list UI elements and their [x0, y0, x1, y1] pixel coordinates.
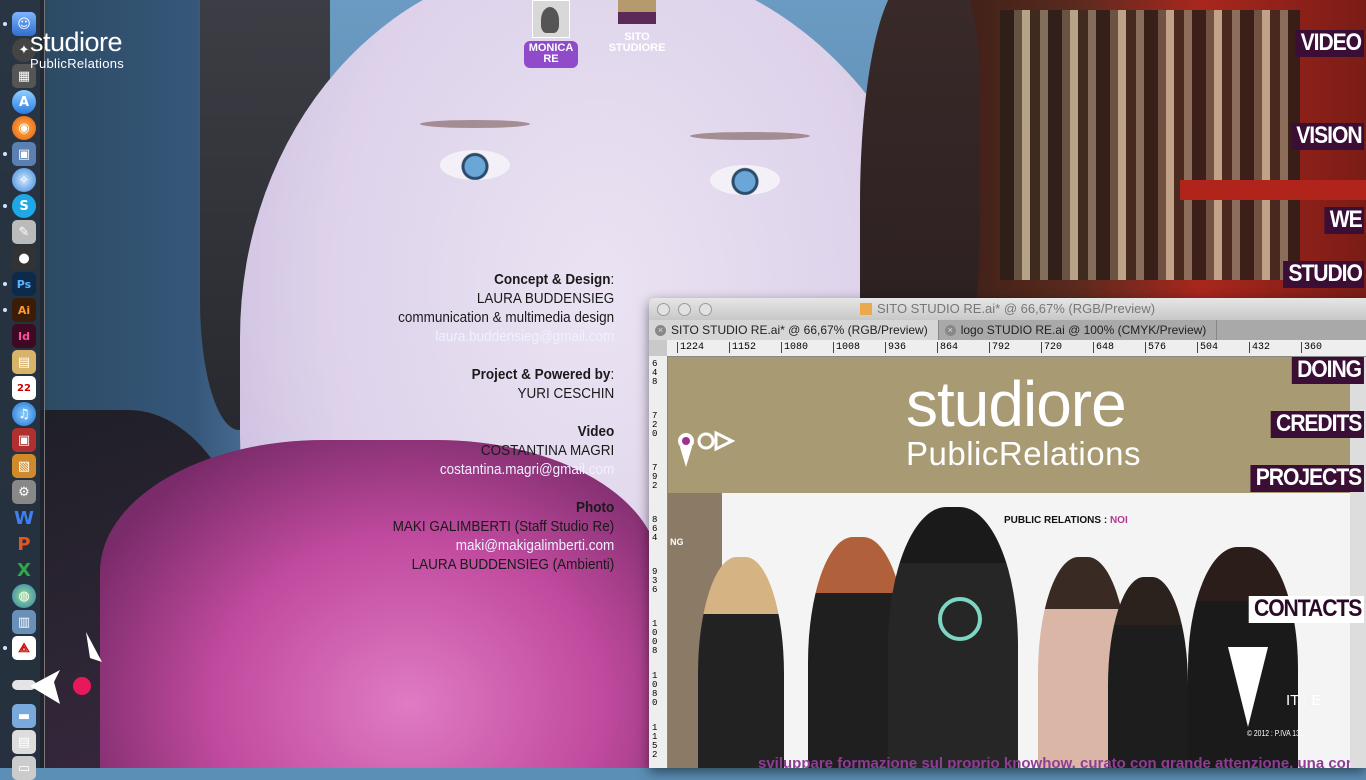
navigation-widget[interactable] [30, 632, 102, 704]
language-switch[interactable]: IT : E [1286, 692, 1322, 709]
artwork-pr-label: PUBLIC RELATIONS : NOI [1004, 515, 1128, 526]
project-heading: Project & Powered by [471, 366, 611, 383]
site-logo[interactable]: studiore PublicRelations [30, 28, 124, 71]
photo-name-2: LAURA BUDDENSIEG (Ambienti) [411, 556, 614, 573]
system-preferences-icon[interactable]: ⚙ [12, 480, 36, 504]
document-tabs: × SITO STUDIO RE.ai* @ 66,67% (RGB/Previ… [649, 320, 1366, 340]
preview-icon[interactable]: ▣ [12, 142, 36, 166]
artwork-arrow-mark [676, 429, 736, 474]
skype-icon[interactable]: S [12, 194, 36, 218]
concept-name: LAURA BUDDENSIEG [476, 290, 614, 307]
concept-role: communication & multimedia design [397, 309, 614, 326]
tab-logo-studio-re[interactable]: × logo STUDIO RE.ai @ 100% (CMYK/Preview… [939, 320, 1218, 340]
monica-avatar [532, 0, 570, 38]
sito-flag-icon [618, 0, 656, 24]
copyright: © 2012 : P.IVA 131 [1247, 729, 1304, 738]
word-icon[interactable]: W [12, 506, 36, 530]
credits-block: Concept & Design: LAURA BUDDENSIEG commu… [392, 271, 614, 573]
nav-contacts[interactable]: CONTACTS [1248, 596, 1364, 623]
itunes-icon[interactable]: ♫ [12, 402, 36, 426]
close-tab-icon[interactable]: × [944, 324, 956, 336]
script-editor-icon[interactable]: ✎ [12, 220, 36, 244]
photoshop-icon[interactable]: Ps [12, 272, 36, 296]
photo-name: MAKI GALIMBERTI (Staff Studio Re) [392, 518, 614, 535]
photo-heading: Photo [575, 499, 614, 516]
sito-label: SITO STUDIORE [608, 31, 666, 54]
logo-sub: PublicRelations [30, 56, 125, 71]
notes-icon[interactable]: ▤ [12, 350, 36, 374]
nav-video[interactable]: VIDEO [1295, 30, 1364, 57]
project-name: YURI CESCHIN [517, 385, 614, 402]
safari-icon[interactable]: ✧ [12, 168, 36, 192]
concept-email-link[interactable]: laura.buddensieg@gmail.com [392, 327, 614, 346]
close-tab-icon[interactable]: × [655, 324, 666, 336]
trash-icon[interactable]: ▭ [12, 756, 36, 780]
window-titlebar[interactable]: SITO STUDIO RE.ai* @ 66,67% (RGB/Preview… [649, 298, 1366, 320]
video-email-link[interactable]: costantina.magri@gmail.com [392, 460, 614, 479]
calendar-icon[interactable]: 22 [12, 376, 36, 400]
arrow-up-icon [86, 632, 102, 662]
logo-main: studiore [30, 27, 123, 57]
eye-left [440, 150, 510, 180]
nav-projects[interactable]: PROJECTS [1250, 465, 1364, 492]
powerpoint-icon[interactable]: P [12, 532, 36, 556]
illustrator-icon[interactable]: Ai [12, 298, 36, 322]
artboard-canvas[interactable]: studiore PublicRelations NG PUBLIC RELAT… [668, 357, 1366, 768]
video-name: COSTANTINA MAGRI [480, 442, 614, 459]
arrow-left-icon [30, 670, 60, 704]
minimize-window-button[interactable] [678, 303, 691, 316]
monica-re-link[interactable]: MONICA RE [518, 0, 584, 68]
nav-we[interactable]: WE [1324, 207, 1364, 234]
nav-studio[interactable]: STUDIO [1282, 261, 1364, 288]
illustrator-window[interactable]: SITO STUDIO RE.ai* @ 66,67% (RGB/Preview… [649, 298, 1366, 768]
nav-credits[interactable]: CREDITS [1270, 411, 1364, 438]
window-title: SITO STUDIO RE.ai* @ 66,67% (RGB/Preview… [876, 301, 1156, 316]
video-heading: Video [577, 423, 614, 440]
iphoto-icon[interactable]: ▧ [12, 454, 36, 478]
artwork-footer-text: sviluppare formazione sul proprio knowho… [758, 755, 1366, 768]
eye-right [710, 165, 780, 195]
artwork-logo: studiore PublicRelations [906, 368, 1141, 472]
monica-label: MONICA RE [523, 41, 579, 68]
tab-sito-studio-re[interactable]: × SITO STUDIO RE.ai* @ 66,67% (RGB/Previ… [649, 320, 939, 340]
network-icon[interactable]: ◍ [12, 584, 36, 608]
documents-stack-icon[interactable]: ▤ [12, 730, 36, 754]
photo-booth-icon[interactable]: ▣ [12, 428, 36, 452]
nav-vision[interactable]: VISION [1290, 123, 1364, 150]
nav-doing[interactable]: DOING [1292, 357, 1364, 384]
folder-icon[interactable]: ▬ [12, 704, 36, 728]
pink-dot-icon [73, 677, 91, 695]
document-icon [859, 303, 872, 315]
close-window-button[interactable] [657, 303, 670, 316]
excel-icon[interactable]: X [12, 558, 36, 582]
sito-studiore-link[interactable]: SITO STUDIORE [604, 0, 670, 54]
horizontal-ruler[interactable]: 1224 1152 1080 1008 936 864 792 720 648 … [667, 340, 1366, 357]
indesign-icon[interactable]: Id [12, 324, 36, 348]
app-store-icon[interactable]: A [12, 90, 36, 114]
zoom-window-button[interactable] [699, 303, 712, 316]
concept-heading: Concept & Design [493, 271, 611, 288]
facetime-icon[interactable]: ● [12, 246, 36, 270]
photo-email-link[interactable]: maki@makigalimberti.com [392, 536, 614, 555]
vertical-ruler[interactable]: 648 720 792 864 936 1008 1080 1152 [649, 356, 668, 768]
image-capture-icon[interactable]: ▥ [12, 610, 36, 634]
firefox-icon[interactable]: ◉ [12, 116, 36, 140]
